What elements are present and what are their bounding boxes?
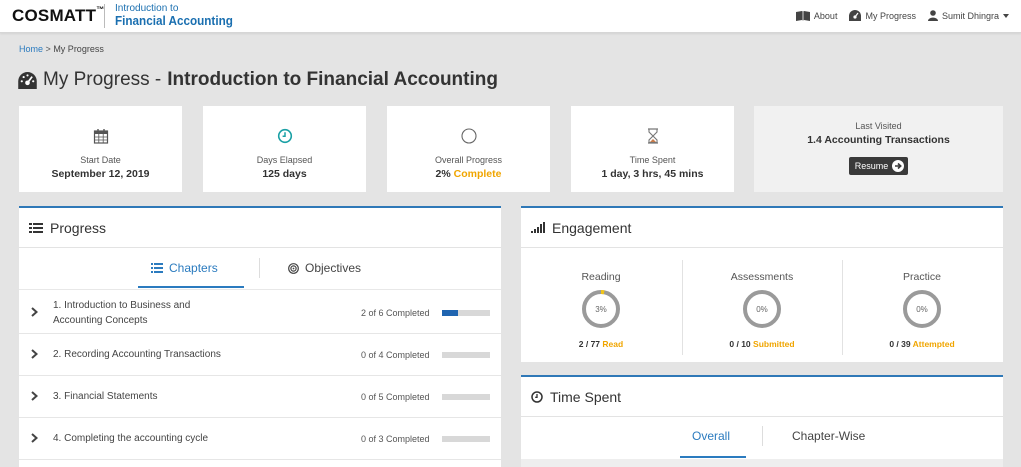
- chapter-progress-bar: [442, 351, 490, 358]
- engagement-stat: 2 / 77 Read: [578, 339, 624, 349]
- user-icon: [927, 10, 938, 21]
- progress-tabs: Chapters Objectives: [19, 248, 501, 290]
- chapter-status: 2 of 6 Completed: [361, 307, 430, 318]
- page-title: My Progress - Introduction to Financial …: [18, 69, 498, 91]
- ring-percent: 0%: [916, 305, 928, 314]
- top-navbar: COSMATT™ Introduction to Financial Accou…: [0, 0, 1021, 33]
- engagement-divider: [842, 260, 843, 355]
- breadcrumb: Home > My Progress: [19, 44, 104, 54]
- dashboard-icon: [849, 10, 862, 21]
- chapter-row[interactable]: 2. Recording Accounting Transactions 0 of…: [19, 334, 501, 376]
- active-tab-indicator: [680, 456, 746, 458]
- chapter-title[interactable]: 1. Introduction to Business and Accounti…: [53, 298, 233, 328]
- chapter-status: 0 of 4 Completed: [361, 349, 430, 360]
- ring-percent: 0%: [756, 305, 768, 314]
- tab-chapters[interactable]: Chapters: [151, 261, 218, 275]
- clock-icon: [531, 390, 543, 403]
- hourglass-icon: [647, 128, 658, 144]
- breadcrumb-home[interactable]: Home: [19, 44, 43, 54]
- list-icon: [29, 222, 43, 233]
- engagement-reading: Reading 3% 2 / 77 Read: [521, 271, 681, 349]
- top-nav-links: About My Progress Sumit Dhingra: [795, 10, 1009, 21]
- progress-ring: 0%: [743, 290, 781, 328]
- chapter-progress-bar: [442, 435, 490, 442]
- chapter-title[interactable]: 2. Recording Accounting Transactions: [53, 347, 233, 362]
- brand-logo[interactable]: COSMATT™: [12, 5, 104, 26]
- engagement-name: Reading: [581, 271, 621, 283]
- resume-button[interactable]: Resume: [848, 157, 909, 175]
- nav-about[interactable]: About: [795, 10, 837, 21]
- chapter-row[interactable]: 3. Financial Statements 0 of 5 Completed: [19, 376, 501, 418]
- engagement-name: Assessments: [730, 271, 794, 283]
- arrow-right-circle-icon: [892, 160, 905, 172]
- chapter-progress-fill: [442, 309, 458, 316]
- target-icon: [288, 262, 299, 274]
- tab-divider: [762, 426, 763, 446]
- book-icon: [795, 10, 810, 21]
- engagement-stat: 0 / 39 Attempted: [889, 339, 955, 349]
- stat-days-elapsed: Days Elapsed 125 days: [203, 106, 366, 192]
- tab-objectives[interactable]: Objectives: [288, 261, 361, 275]
- engagement-panel: Engagement Reading 3% 2 / 77 Read Assessmen…: [521, 206, 1003, 362]
- engagement-assessments: Assessments 0% 0 / 10 Submitted: [682, 271, 842, 349]
- stat-overall-progress: Overall Progress 2% Complete: [387, 106, 550, 192]
- time-spent-panel-header: Time Spent: [521, 377, 1003, 417]
- tab-divider: [259, 258, 260, 278]
- active-tab-indicator: [138, 286, 244, 288]
- list-icon: [151, 263, 163, 273]
- chevron-right-icon[interactable]: [31, 307, 38, 317]
- stat-time-spent: Time Spent 1 day, 3 hrs, 45 mins: [571, 106, 734, 192]
- nav-my-progress[interactable]: My Progress: [849, 10, 916, 21]
- signal-bars-icon: [531, 222, 545, 233]
- chevron-right-icon[interactable]: [31, 391, 38, 401]
- chapter-status: 0 of 3 Completed: [361, 433, 430, 444]
- chevron-right-icon[interactable]: [31, 433, 38, 443]
- caret-down-icon: [1003, 13, 1009, 18]
- ring-percent: 3%: [595, 305, 607, 314]
- stat-last-visited: Last Visited 1.4 Accounting Transactions…: [754, 106, 1003, 192]
- calendar-icon: [93, 129, 108, 144]
- chapter-row[interactable]: 1. Introduction to Business and Accounti…: [19, 292, 501, 334]
- engagement-stat: 0 / 10 Submitted: [729, 339, 795, 349]
- course-name[interactable]: Introduction to Financial Accounting: [115, 3, 246, 27]
- engagement-divider: [682, 260, 683, 355]
- circle-outline-icon: [460, 128, 477, 144]
- time-spent-panel: Time Spent Overall Chapter-Wise: [521, 375, 1003, 467]
- chapter-progress-bar: [442, 309, 490, 316]
- nav-user-menu[interactable]: Sumit Dhingra: [927, 10, 1009, 21]
- chapter-progress-bar: [442, 393, 490, 400]
- chapter-title[interactable]: 4. Completing the accounting cycle: [53, 431, 233, 446]
- tab-overall[interactable]: Overall: [692, 429, 730, 443]
- chapter-row[interactable]: 4. Completing the accounting cycle 0 of 3…: [19, 418, 501, 460]
- engagement-name: Practice: [903, 271, 941, 283]
- dashboard-icon: [18, 71, 37, 89]
- chart-area-top: [521, 459, 1003, 467]
- chapter-title[interactable]: 3. Financial Statements: [53, 389, 233, 404]
- engagement-practice: Practice 0% 0 / 39 Attempted: [842, 271, 1002, 349]
- progress-ring: 0%: [903, 290, 941, 328]
- chapter-status: 0 of 5 Completed: [361, 391, 430, 402]
- breadcrumb-current: My Progress: [53, 44, 104, 54]
- tab-chapter-wise[interactable]: Chapter-Wise: [792, 429, 865, 443]
- engagement-panel-header: Engagement: [521, 208, 1003, 248]
- brand-divider: [104, 4, 105, 28]
- chevron-right-icon[interactable]: [31, 349, 38, 359]
- last-visited-topic[interactable]: 1.4 Accounting Transactions: [754, 134, 1003, 146]
- stat-start-date: Start Date September 12, 2019: [19, 106, 182, 192]
- progress-ring: 3%: [582, 290, 620, 328]
- progress-panel-header: Progress: [19, 208, 501, 248]
- time-spent-tabs: Overall Chapter-Wise: [521, 417, 1003, 458]
- clock-icon: [277, 128, 292, 144]
- progress-panel: Progress Chapters Objectives 1. Introduc…: [19, 206, 501, 467]
